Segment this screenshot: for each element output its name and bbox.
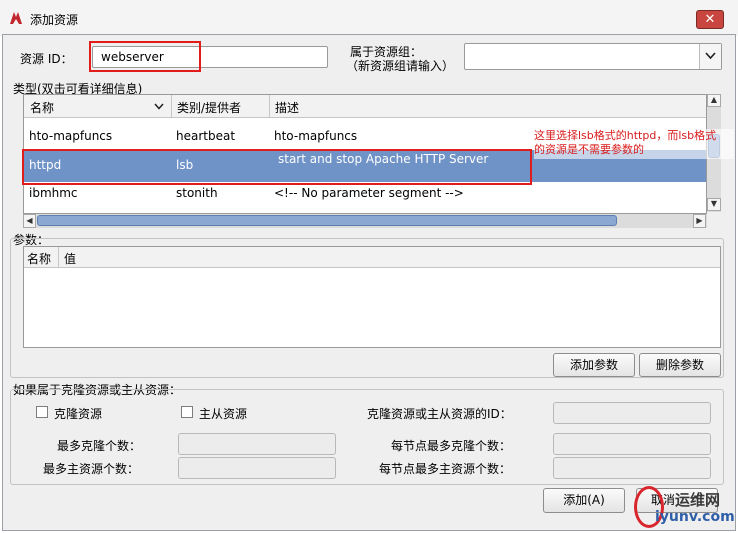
column-label-name: 名称 — [30, 101, 55, 115]
watermark-text-top: 运维网 — [675, 491, 721, 509]
max-clones-field[interactable] — [178, 433, 336, 455]
params-column-value[interactable]: 值 — [59, 247, 719, 267]
types-table-header: 名称 类别/提供者 描述 — [24, 95, 706, 118]
row-provider: stonith — [176, 186, 218, 200]
scroll-up-button[interactable]: ▲ — [707, 94, 721, 107]
node-max-master-field[interactable] — [553, 457, 711, 479]
add-button[interactable]: 添加(A) — [543, 488, 625, 513]
node-max-clones-label: 每节点最多克隆个数： — [391, 439, 512, 453]
scroll-right-button[interactable]: ▶ — [693, 214, 706, 228]
annotation-line2: 的资源是不需要参数的 — [534, 143, 644, 156]
group-combobox[interactable] — [464, 43, 722, 70]
column-label-desc: 描述 — [275, 101, 300, 115]
sort-arrow-icon — [154, 103, 164, 110]
chevron-down-icon — [705, 52, 716, 60]
master-checkbox-label: 主从资源 — [199, 407, 248, 421]
column-header-name[interactable]: 名称 — [24, 95, 172, 117]
app-icon — [10, 12, 22, 24]
column-label-provider: 类别/提供者 — [177, 101, 242, 115]
max-master-field[interactable] — [178, 457, 336, 479]
group-label-line2: （新资源组请输入） — [346, 59, 455, 73]
resource-id-label: 资源 ID： — [20, 52, 73, 66]
row-desc: <!-- No parameter segment --> — [274, 186, 464, 200]
highlight-box-id — [89, 41, 201, 72]
params-column-label-name: 名称 — [27, 252, 52, 266]
row-provider: heartbeat — [176, 129, 236, 143]
clone-checkbox[interactable] — [36, 406, 48, 418]
title-bar — [0, 0, 738, 36]
annotation-note: 这里选择lsb格式的httpd，而lsb格式 的资源是不需要参数的 — [534, 129, 734, 159]
highlight-box-httpd — [22, 149, 532, 185]
clone-id-label: 克隆资源或主从资源的ID： — [367, 407, 512, 421]
row-desc: hto-mapfuncs — [274, 129, 358, 143]
annotation-line1: 这里选择lsb格式的httpd，而lsb格式 — [534, 129, 717, 142]
params-table: 名称 值 — [23, 246, 721, 348]
params-column-label-value: 值 — [64, 252, 77, 266]
column-header-provider[interactable]: 类别/提供者 — [172, 95, 270, 117]
types-horizontal-scrollbar[interactable]: ◀ ▶ — [23, 214, 707, 228]
master-checkbox[interactable] — [181, 406, 193, 418]
row-name: hto-mapfuncs — [29, 129, 113, 143]
clone-id-field[interactable] — [553, 402, 711, 424]
horizontal-scroll-thumb[interactable] — [37, 215, 617, 226]
max-clones-label: 最多克隆个数： — [57, 439, 142, 453]
watermark-text-bottom: iyunv.com — [655, 509, 735, 525]
group-dropdown-button[interactable] — [699, 44, 721, 69]
params-table-header: 名称 值 — [24, 247, 720, 268]
params-column-name[interactable]: 名称 — [24, 247, 59, 267]
max-master-label: 最多主资源个数： — [43, 462, 140, 476]
clone-checkbox-label: 克隆资源 — [54, 407, 103, 421]
scroll-down-button[interactable]: ▼ — [707, 198, 721, 211]
node-max-master-label: 每节点最多主资源个数： — [379, 462, 512, 476]
delete-param-button[interactable]: 删除参数 — [639, 353, 721, 377]
table-row[interactable]: ibmhmc stonith <!-- No parameter segment… — [24, 184, 706, 204]
close-button[interactable]: ✕ — [696, 10, 724, 29]
add-param-button[interactable]: 添加参数 — [553, 353, 635, 377]
column-header-desc[interactable]: 描述 — [270, 95, 706, 117]
row-name: ibmhmc — [29, 186, 78, 200]
scroll-left-button[interactable]: ◀ — [23, 214, 36, 228]
window-title: 添加资源 — [30, 13, 79, 27]
node-max-clones-field[interactable] — [553, 433, 711, 455]
